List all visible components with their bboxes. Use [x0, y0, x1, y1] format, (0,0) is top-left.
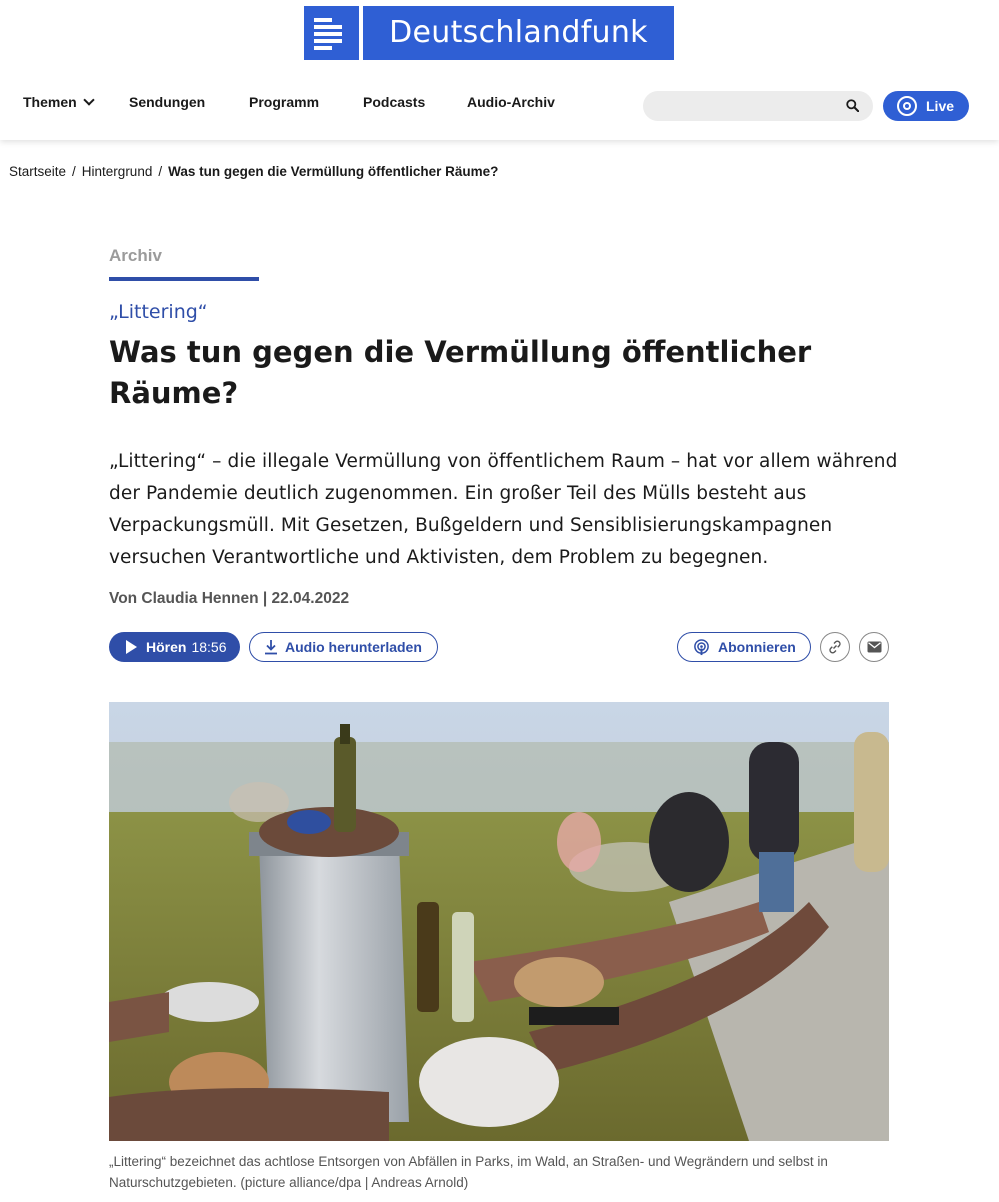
breadcrumb: Startseite / Hintergrund / Was tun gegen… [9, 164, 498, 179]
subscribe-button[interactable]: Abonnieren [677, 632, 811, 662]
search-input[interactable] [643, 91, 833, 121]
nav-item-audio-archiv[interactable]: Audio-Archiv [467, 94, 555, 110]
download-audio-button[interactable]: Audio herunterladen [249, 632, 438, 662]
section-label: Archiv [109, 246, 162, 265]
podcast-icon [694, 638, 709, 655]
breadcrumb-item-hintergrund[interactable]: Hintergrund [82, 164, 153, 179]
listen-button[interactable]: Hören 18:56 [109, 632, 240, 662]
article-title: Was tun gegen die Vermüllung öffentliche… [109, 335, 812, 410]
article-kicker: „Littering“ [109, 301, 208, 323]
site-logo[interactable]: Deutschlandfunk [304, 6, 674, 60]
copy-link-button[interactable] [820, 632, 850, 662]
article-byline: Von Claudia Hennen | 22.04.2022 [109, 590, 350, 607]
breadcrumb-item-current: Was tun gegen die Vermüllung öffentliche… [168, 164, 499, 179]
mail-icon [867, 641, 881, 653]
nav-item-programm[interactable]: Programm [249, 94, 363, 110]
audio-duration: 18:56 [191, 639, 227, 655]
nav-item-themen[interactable]: Themen [23, 93, 129, 110]
article-teaser: „Littering“ – die illegale Vermüllung vo… [109, 451, 898, 568]
site-header: Deutschlandfunk Themen Sendungen Program… [0, 0, 999, 140]
littering-photo [109, 702, 889, 1141]
link-icon [829, 640, 841, 654]
logo-wordmark: Deutschlandfunk [363, 6, 674, 60]
main-nav: Themen Sendungen Programm Podcasts Audio… [23, 93, 555, 110]
search-icon[interactable] [846, 99, 859, 112]
dlf-logo-icon [304, 6, 359, 60]
breadcrumb-item-startseite[interactable]: Startseite [9, 164, 66, 179]
nav-item-sendungen[interactable]: Sendungen [129, 94, 249, 110]
article-image [109, 702, 889, 1141]
chevron-down-icon [83, 93, 95, 106]
nav-item-label: Themen [23, 94, 77, 110]
section-underline [109, 277, 259, 281]
share-mail-button[interactable] [859, 632, 889, 662]
image-caption: „Littering“ bezeichnet das achtlose Ents… [109, 1154, 828, 1190]
breadcrumb-separator: / [158, 164, 163, 179]
live-radio-icon [897, 96, 917, 116]
subscribe-label: Abonnieren [718, 639, 796, 655]
download-icon [265, 640, 277, 655]
live-label: Live [926, 98, 955, 114]
search-bar [643, 91, 873, 121]
nav-item-podcasts[interactable]: Podcasts [363, 94, 467, 110]
listen-label: Hören [146, 639, 187, 655]
download-label: Audio herunterladen [285, 639, 422, 655]
breadcrumb-separator: / [72, 164, 76, 179]
live-button[interactable]: Live [883, 91, 969, 121]
play-icon [126, 640, 137, 654]
